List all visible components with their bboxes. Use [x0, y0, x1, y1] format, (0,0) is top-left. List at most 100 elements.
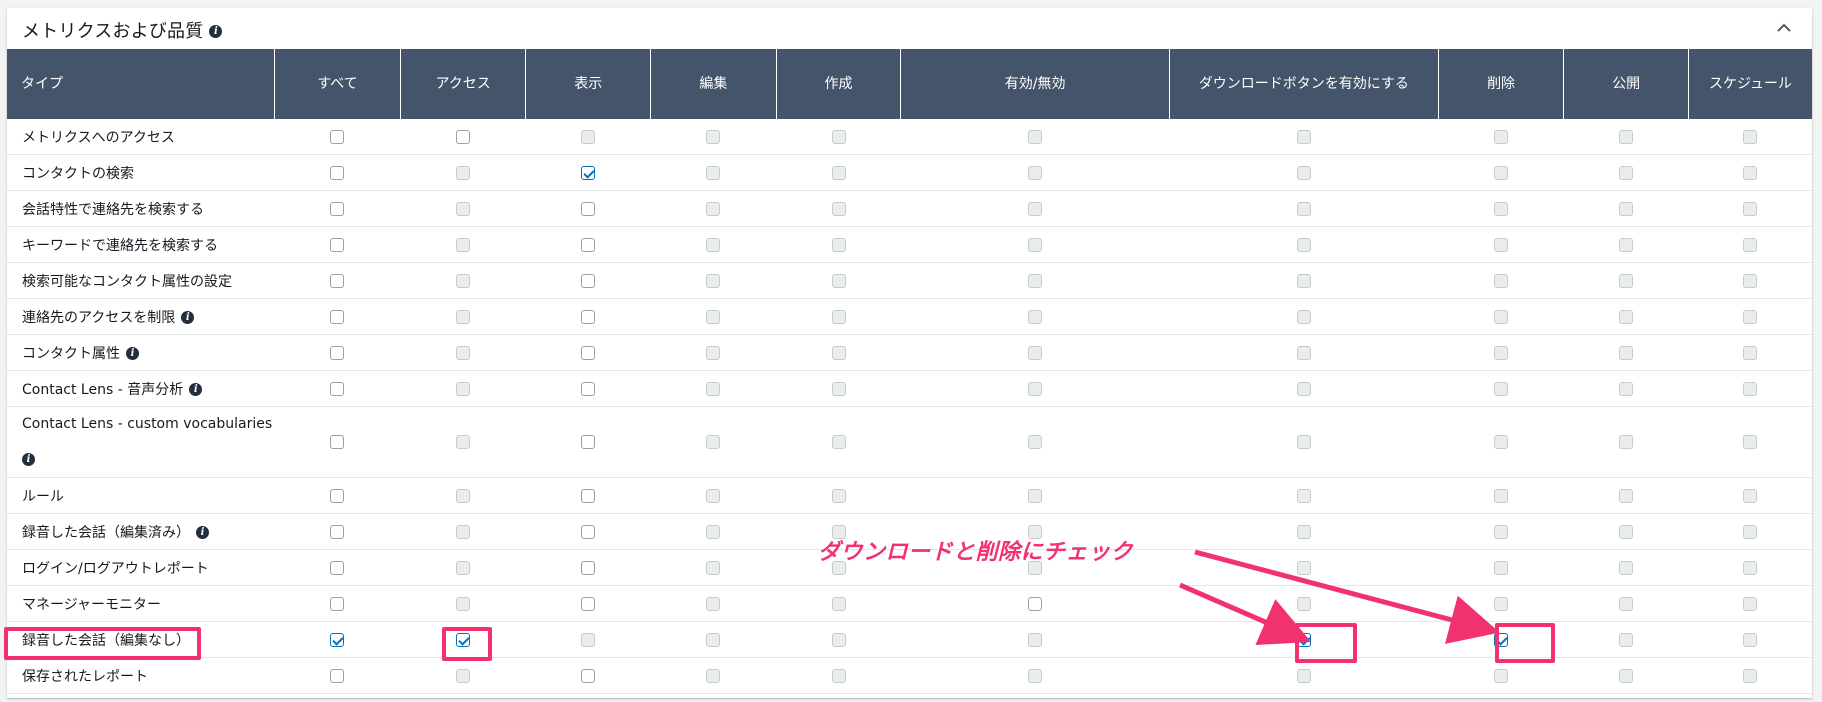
permission-cell: [525, 621, 651, 658]
permission-checkbox[interactable]: [330, 201, 345, 216]
permission-checkbox: [456, 435, 471, 449]
permission-checkbox[interactable]: [581, 273, 596, 288]
permission-checkbox: [831, 668, 846, 683]
table-row: Contact Lens - custom vocabularies i: [7, 406, 1812, 478]
permission-cell: [1688, 226, 1812, 263]
permission-checkbox[interactable]: [1028, 596, 1043, 611]
info-icon[interactable]: i: [181, 311, 195, 324]
permission-checkbox[interactable]: [330, 435, 345, 449]
permission-checkbox[interactable]: [456, 632, 471, 647]
permission-checkbox: [1743, 560, 1758, 575]
permission-cell: [1688, 585, 1812, 622]
permission-checkbox[interactable]: [581, 345, 596, 360]
permission-checkbox: [1619, 129, 1634, 144]
permission-checkbox[interactable]: [330, 165, 345, 180]
permission-cell: [274, 513, 401, 550]
permission-checkbox: [1494, 273, 1509, 288]
permission-cell: [525, 657, 651, 694]
permission-cell: [900, 154, 1170, 191]
permission-cell: [900, 477, 1170, 514]
panel-title: メトリクスおよび品質 i: [22, 17, 223, 43]
permission-checkbox: [581, 632, 596, 647]
row-label: メトリクスへのアクセス: [22, 129, 175, 146]
permission-checkbox[interactable]: [330, 668, 345, 683]
column-header-8: 削除: [1437, 49, 1564, 119]
permission-checkbox: [1619, 309, 1634, 324]
permission-cell: [274, 657, 401, 694]
permission-checkbox: [1619, 560, 1634, 575]
permission-checkbox: [706, 560, 721, 575]
permission-checkbox[interactable]: [581, 560, 596, 575]
permission-checkbox[interactable]: [1296, 632, 1311, 647]
permission-checkbox[interactable]: [581, 381, 596, 396]
permission-checkbox: [1296, 201, 1311, 216]
permission-checkbox: [1296, 345, 1311, 360]
permission-checkbox[interactable]: [456, 129, 471, 144]
permission-cell: [525, 370, 651, 407]
permission-checkbox[interactable]: [330, 596, 345, 611]
permission-cell: [1563, 406, 1689, 478]
permission-checkbox[interactable]: [330, 381, 345, 396]
permission-cell: [1563, 190, 1689, 227]
permission-cell: [1688, 190, 1812, 227]
permission-cell: [1438, 226, 1564, 263]
permission-checkbox[interactable]: [581, 524, 596, 539]
permission-checkbox[interactable]: [330, 309, 345, 324]
row-label-cell: コンタクトの検索: [7, 154, 275, 191]
permission-checkbox: [706, 237, 721, 252]
permission-checkbox[interactable]: [1494, 632, 1509, 647]
permission-cell: [400, 477, 526, 514]
permission-cell: [1438, 549, 1564, 586]
permission-checkbox: [456, 488, 471, 503]
permission-cell: [400, 262, 526, 299]
permission-cell: [274, 119, 401, 155]
permission-cell: [525, 154, 651, 191]
info-icon[interactable]: i: [22, 452, 35, 466]
permission-checkbox[interactable]: [330, 273, 345, 288]
permission-cell: [650, 119, 777, 155]
permission-cell: [650, 585, 777, 622]
row-label-cell: キーワードで連絡先を検索する: [7, 226, 275, 263]
permission-checkbox[interactable]: [330, 237, 345, 252]
info-icon[interactable]: i: [126, 347, 139, 360]
permission-cell: [400, 513, 526, 550]
permission-checkbox[interactable]: [581, 488, 596, 503]
metrics-quality-panel: メトリクスおよび品質 i タイプ すべて アクセス 表示 編集 作成 有効/無効 ダウンロードボ…: [7, 8, 1812, 698]
permission-checkbox: [1619, 345, 1634, 360]
permission-cell: [525, 477, 651, 514]
permission-checkbox[interactable]: [330, 632, 345, 647]
permission-cell: [900, 190, 1170, 227]
chevron-up-icon[interactable]: [1774, 18, 1794, 38]
permission-cell: [1563, 549, 1689, 586]
info-icon[interactable]: i: [209, 24, 223, 38]
permission-checkbox[interactable]: [581, 596, 596, 611]
permission-checkbox[interactable]: [330, 560, 345, 575]
permission-checkbox: [1743, 668, 1758, 683]
permission-cell: [1169, 298, 1439, 335]
permission-checkbox: [706, 273, 721, 288]
table-header-row: タイプ すべて アクセス 表示 編集 作成 有効/無効 ダウンロードボタンを有効にする 削除 公開…: [7, 49, 1812, 119]
permission-cell: [776, 406, 901, 478]
column-header-6: 有効/無効: [900, 49, 1170, 119]
permission-checkbox[interactable]: [581, 165, 596, 180]
permission-checkbox[interactable]: [581, 309, 596, 324]
permission-cell: [900, 585, 1170, 622]
info-icon[interactable]: i: [189, 383, 203, 396]
permission-checkbox: [1743, 201, 1758, 216]
permission-checkbox[interactable]: [330, 129, 345, 144]
permission-cell: [1563, 334, 1689, 371]
row-label: マネージャーモニター: [22, 596, 162, 613]
permission-checkbox[interactable]: [581, 237, 596, 252]
permission-checkbox[interactable]: [581, 201, 596, 216]
permission-checkbox[interactable]: [330, 524, 345, 539]
table-body: メトリクスへのアクセス コンタクトの検索 会話特性で連絡先を検索する キーワードで連絡…: [7, 119, 1812, 694]
permission-cell: [650, 513, 777, 550]
row-label: 保存されたレポート: [22, 668, 148, 685]
permission-checkbox[interactable]: [330, 488, 345, 503]
permission-cell: [1438, 262, 1564, 299]
info-icon[interactable]: i: [196, 526, 209, 539]
permission-checkbox[interactable]: [581, 435, 596, 449]
permission-checkbox[interactable]: [581, 668, 596, 683]
permission-checkbox[interactable]: [330, 345, 345, 360]
permission-cell: [1438, 334, 1564, 371]
